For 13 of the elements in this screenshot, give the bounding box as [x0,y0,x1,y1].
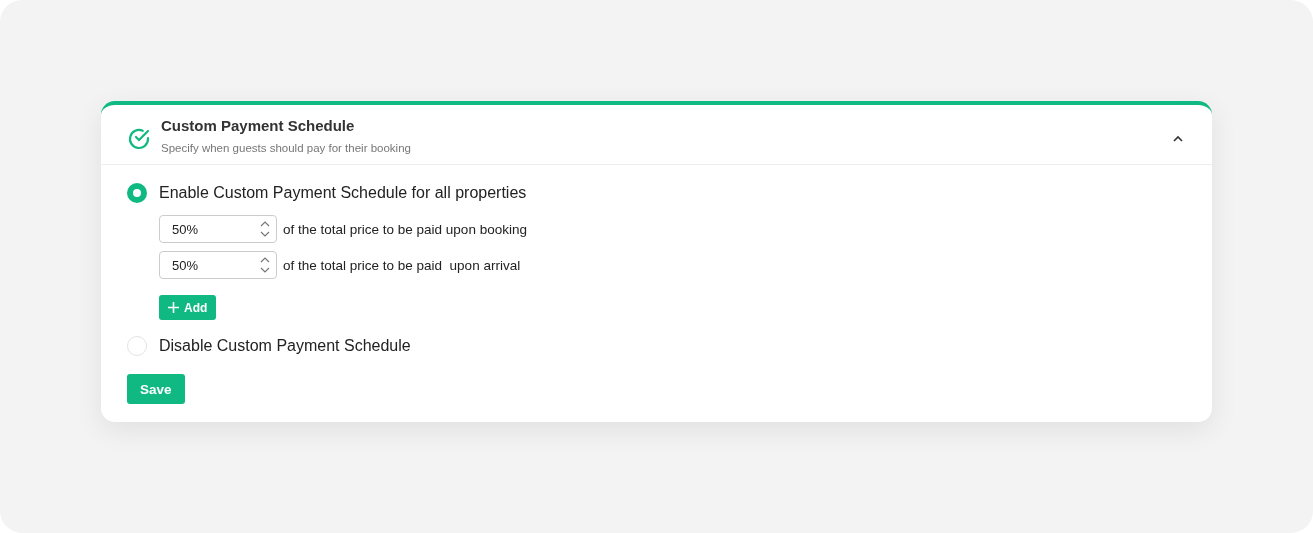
radio-button[interactable] [127,183,147,203]
panel-subtitle: Specify when guests should pay for their booking [161,142,412,154]
percent-field[interactable]: 50% [159,251,277,279]
check-circle-icon [127,127,151,151]
installment-text: of the total price to be paid upon arrival [283,257,521,273]
spinner-icon[interactable] [260,255,270,275]
percent-field[interactable]: 50% [159,215,277,243]
panel-title: Custom Payment Schedule [161,117,356,134]
option-label: Disable Custom Payment Schedule [159,337,411,355]
option-label: Enable Custom Payment Schedule for all properties [159,184,527,202]
installment-text: of the total price to be paid upon booking [283,221,527,237]
plus-icon [168,302,179,313]
spinner-icon[interactable] [260,219,270,239]
